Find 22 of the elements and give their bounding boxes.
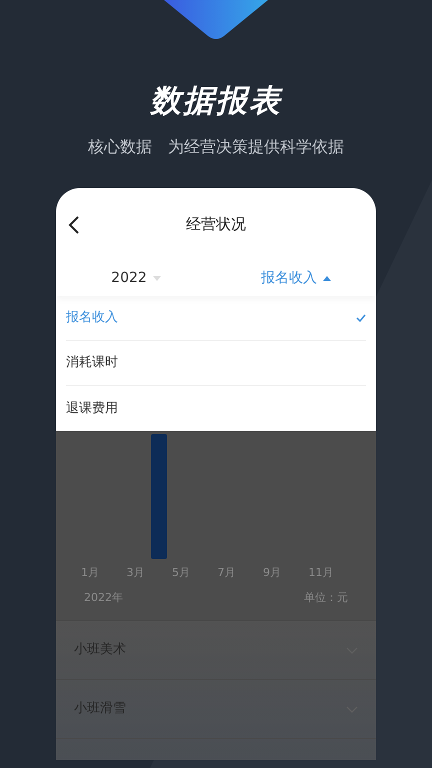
filter-dropdown[interactable]: 报名收入 (216, 268, 376, 288)
caret-icon (152, 276, 161, 280)
hero-title: 数据报表 (150, 82, 282, 120)
back-icon[interactable] (68, 216, 80, 234)
screen-title: 经营状况 (186, 214, 246, 235)
axis-label: 1月 (81, 566, 99, 579)
menu-option[interactable]: 退课费用 (66, 386, 366, 431)
subtitle-text: 核心数据 (88, 136, 152, 158)
filter-dropdown[interactable]: 2022 (56, 268, 216, 288)
menu-option[interactable]: 报名收入 (66, 296, 366, 341)
caret-icon (323, 276, 331, 280)
axis-label: 7月 (218, 566, 236, 579)
axis-label: 9月 (263, 566, 281, 579)
check-icon (356, 314, 366, 322)
menu-option[interactable]: 消耗课时 (66, 341, 366, 386)
logo-icon (164, 0, 268, 40)
year-label: 2022年 (84, 590, 123, 606)
axis-label: 11月 (308, 566, 334, 579)
axis-label: 3月 (126, 566, 144, 579)
unit-label: 单位：元 (304, 590, 348, 606)
subtitle-text: 为经营决策提供科学依据 (168, 136, 344, 158)
axis-label: 5月 (172, 566, 190, 579)
